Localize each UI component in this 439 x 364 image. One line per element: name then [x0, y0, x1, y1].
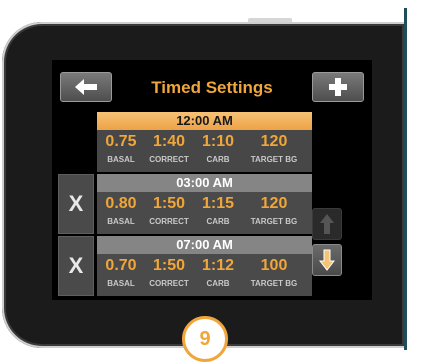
scroll-down-button[interactable]: [312, 244, 342, 276]
row-values: 0.80 1:50 1:15 120 BASAL CORRECT CARB TA…: [97, 192, 312, 234]
carb-label: CARB: [206, 217, 230, 226]
delete-row-button[interactable]: X: [58, 236, 94, 296]
step-number-badge: 9: [182, 316, 228, 362]
correct-value: 1:40: [152, 133, 186, 150]
scroll-up-button[interactable]: [312, 208, 342, 240]
carb-label: CARB: [206, 155, 230, 164]
plus-icon: [329, 78, 347, 96]
setting-row[interactable]: 03:00 AM 0.80 1:50 1:15 120 BASAL CORREC…: [97, 174, 312, 234]
correct-label: CORRECT: [149, 217, 189, 226]
target-bg-label: TARGET BG: [250, 279, 298, 288]
setting-row[interactable]: 12:00 AM 0.75 1:40 1:10 120 BASAL CORREC…: [97, 112, 312, 172]
basal-label: BASAL: [107, 155, 135, 164]
target-bg-label: TARGET BG: [250, 155, 298, 164]
row-time: 03:00 AM: [97, 174, 312, 192]
basal-value: 0.75: [105, 133, 137, 150]
delete-row-button[interactable]: X: [58, 174, 94, 234]
carb-value: 1:12: [201, 257, 235, 274]
correct-label: CORRECT: [149, 279, 189, 288]
basal-value: 0.80: [105, 195, 137, 212]
carb-label: CARB: [206, 279, 230, 288]
target-bg-value: 120: [260, 133, 288, 150]
row-values: 0.75 1:40 1:10 120 BASAL CORRECT CARB TA…: [97, 130, 312, 172]
correct-label: CORRECT: [149, 155, 189, 164]
basal-label: BASAL: [107, 279, 135, 288]
basal-value: 0.70: [105, 257, 137, 274]
down-arrow-icon: [319, 249, 335, 271]
row-values: 0.70 1:50 1:12 100 BASAL CORRECT CARB TA…: [97, 254, 312, 296]
setting-row[interactable]: 07:00 AM 0.70 1:50 1:12 100 BASAL CORREC…: [97, 236, 312, 296]
target-bg-label: TARGET BG: [250, 217, 298, 226]
page-title: Timed Settings: [151, 78, 273, 97]
row-time: 07:00 AM: [97, 236, 312, 254]
row-time: 12:00 AM: [97, 112, 312, 130]
back-button[interactable]: [60, 72, 112, 102]
carb-value: 1:10: [201, 133, 235, 150]
target-bg-value: 100: [260, 257, 288, 274]
pump-screen: Timed Settings 12:00 AM 0.75 1:40 1:10 1…: [52, 60, 372, 300]
correct-value: 1:50: [152, 195, 186, 212]
carb-value: 1:15: [201, 195, 235, 212]
basal-label: BASAL: [107, 217, 135, 226]
up-arrow-icon: [320, 214, 334, 234]
correct-value: 1:50: [152, 257, 186, 274]
device-side-edge: [404, 8, 407, 350]
target-bg-value: 120: [260, 195, 288, 212]
add-button[interactable]: [312, 72, 364, 102]
left-arrow-icon: [75, 79, 97, 95]
